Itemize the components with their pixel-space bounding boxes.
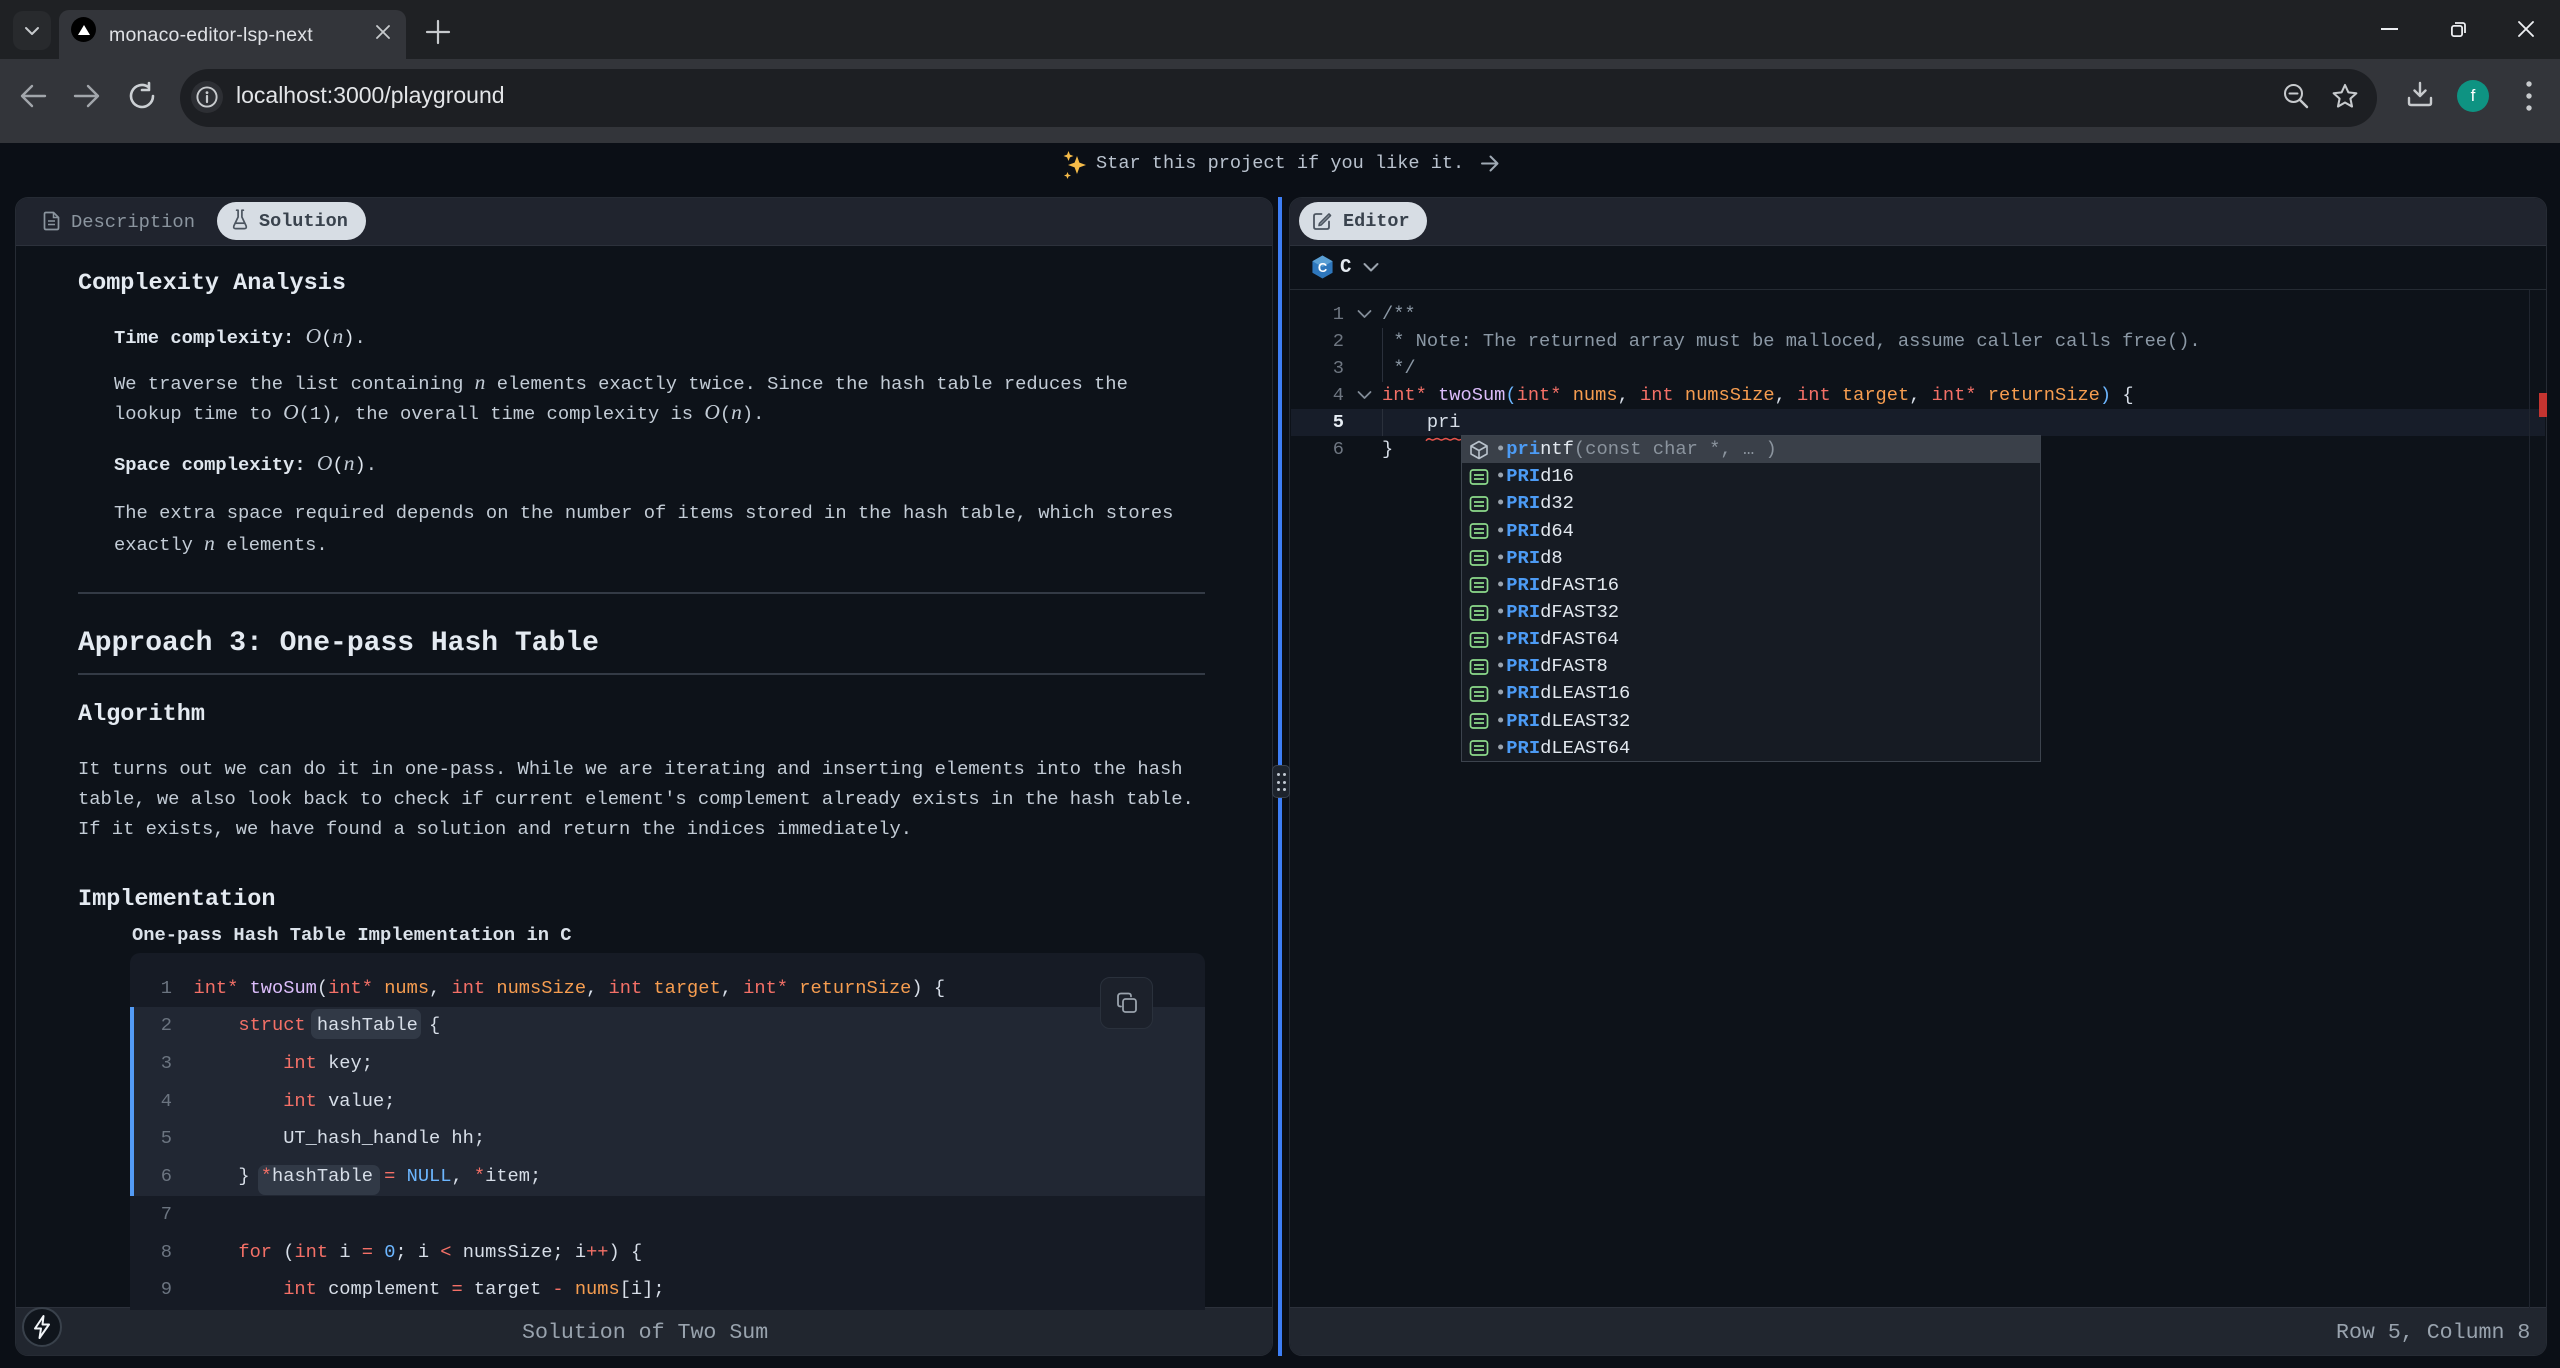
- svg-text:C: C: [1318, 260, 1327, 275]
